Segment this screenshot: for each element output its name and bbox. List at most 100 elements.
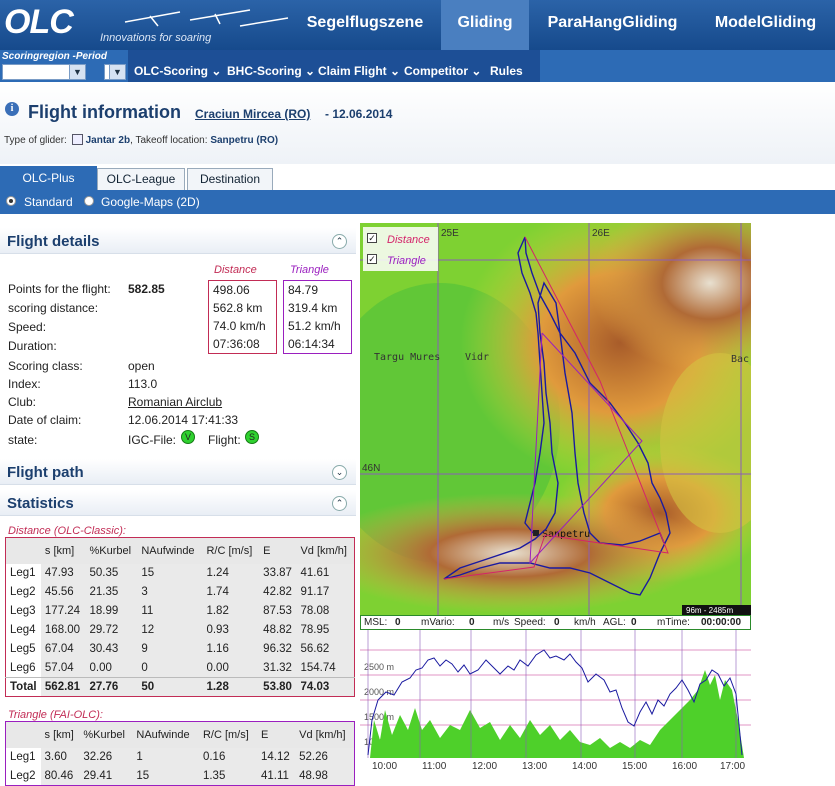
points-label: Points for the flight: (8, 282, 111, 296)
pilot-link[interactable]: Craciun Mircea (RO) (195, 107, 310, 121)
table-cell: 47.93 (40, 563, 86, 583)
flight-details-header[interactable]: Flight details ⌃ (0, 228, 356, 254)
speed-label: Speed: (8, 320, 47, 334)
tab-gliding[interactable]: Gliding (441, 0, 529, 50)
menu-claim-flight[interactable]: Claim Flight ⌄ (318, 64, 400, 78)
mvario-unit: m/s (493, 617, 510, 628)
tab-segelflugszene[interactable]: Segelflugszene (290, 0, 440, 50)
x-tick-1500: 15:00 (622, 761, 647, 772)
glider-type-line: Type of glider: Jantar 2b, Takeoff locat… (4, 134, 278, 146)
tab-modelgliding[interactable]: ModelGliding (696, 0, 835, 50)
menu-competitor[interactable]: Competitor ⌄ (404, 64, 481, 78)
table-cell: 1.24 (202, 563, 260, 583)
table-row: Leg5 67.04 30.43 9 1.16 96.32 56.62 (5, 639, 355, 659)
google-maps-label[interactable]: Google-Maps (2D) (101, 195, 200, 209)
mvario-label: mVario: (421, 617, 455, 628)
table-header-row: s [km] %Kurbel NAufwinde R/C [m/s] E Vd [km/h… (5, 537, 355, 564)
triangle-stats-caption: Triangle (FAI-OLC): (8, 709, 103, 721)
flight-details-title: Flight details (7, 233, 100, 250)
menu-bhc-scoring[interactable]: BHC-Scoring ⌄ (227, 64, 315, 78)
tab-destination[interactable]: Destination (187, 168, 273, 190)
index-label: Index: (8, 377, 41, 391)
legend-distance: Distance (387, 234, 430, 246)
triangle-checkbox[interactable]: ✓ (367, 254, 377, 264)
table-row: Leg1 47.93 50.35 15 1.24 33.87 41.61 (5, 563, 355, 583)
flight-map[interactable]: 25E 26E 46N Targu Mures Vidr Bac Sanpetr… (360, 223, 751, 615)
column-header: NAufwinde (137, 537, 203, 564)
distance-km: 562.8 km (213, 301, 263, 315)
table-cell: Leg2 (5, 766, 41, 786)
collapse-icon[interactable]: ⌃ (332, 234, 347, 249)
table-cell: 53.80 (259, 677, 297, 697)
distance-column-head: Distance (214, 264, 257, 276)
table-cell: 0.00 (202, 658, 260, 678)
menu-rules[interactable]: Rules (490, 64, 523, 78)
date-of-claim-label: Date of claim: (8, 413, 82, 427)
distance-duration: 07:36:08 (213, 337, 260, 351)
scoring-class-label: Scoring class: (8, 359, 83, 373)
table-cell: 12 (137, 620, 203, 640)
table-cell: Leg1 (5, 563, 41, 583)
table-cell: 67.04 (40, 639, 86, 659)
site-header: OLC Innovations for soaring Segelflugsze… (0, 0, 835, 50)
column-header: %Kurbel (79, 721, 133, 748)
club-link[interactable]: Romanian Airclub (128, 395, 222, 409)
expand-icon[interactable]: ⌄ (332, 465, 347, 480)
table-row: Leg2 80.46 29.41 15 1.35 41.11 48.98 (5, 766, 355, 786)
igc-file-label: IGC-File: (128, 433, 176, 447)
flight-title-area: i Flight information Craciun Mircea (RO)… (0, 82, 835, 164)
column-header: Vd [km/h] (296, 537, 355, 564)
column-header: NAufwinde (132, 721, 199, 748)
tab-olc-league[interactable]: OLC-League (97, 168, 185, 190)
map-legend: ✓ Distance ✓ Triangle (363, 227, 438, 271)
collapse-icon[interactable]: ⌃ (332, 496, 347, 511)
table-cell: 31.32 (259, 658, 297, 678)
tab-parahanggliding[interactable]: ParaHangGliding (530, 0, 695, 50)
triangle-stats-table: s [km] %Kurbel NAufwinde R/C [m/s] E Vd [km/h… (5, 721, 355, 786)
flight-state-label: Flight: (208, 433, 241, 447)
olc-logo[interactable]: OLC (4, 3, 74, 42)
x-tick-1300: 13:00 (522, 761, 547, 772)
table-row: Leg4 168.00 29.72 12 0.93 48.82 78.95 (5, 620, 355, 640)
table-cell: 91.17 (296, 582, 355, 602)
tab-olc-plus[interactable]: OLC-Plus (0, 166, 97, 190)
table-cell: 41.11 (256, 766, 296, 786)
elevation-scale-label: 96m - 2485m (686, 606, 733, 615)
column-header: R/C [m/s] (202, 537, 260, 564)
place-targu-mures: Targu Mures (374, 352, 440, 363)
glider-table-icon[interactable] (71, 134, 83, 145)
table-cell: 27.76 (85, 677, 138, 697)
google-maps-radio[interactable] (84, 196, 94, 206)
table-cell: 33.87 (259, 563, 297, 583)
takeoff-label: , Takeoff location: (130, 135, 208, 146)
chevron-down-icon[interactable]: ▼ (69, 65, 85, 79)
period-select[interactable]: ▼ (104, 64, 126, 80)
table-cell: 0.00 (85, 658, 138, 678)
table-cell: 48.82 (259, 620, 297, 640)
table-cell: 1.16 (202, 639, 260, 659)
sub-navigation: Scoringregion -Period ▼ ▼ OLC-Scoring ⌄ … (0, 50, 835, 82)
triangle-values-box: 84.79 319.4 km 51.2 km/h 06:14:34 (283, 280, 352, 354)
table-cell: 78.95 (296, 620, 355, 640)
msl-label: MSL: (364, 617, 388, 628)
distance-checkbox[interactable]: ✓ (367, 233, 377, 243)
barogram-chart[interactable]: 2500 m 2000 m 1500 m 1000 m 10:00 11:00 … (360, 630, 751, 777)
chevron-down-icon[interactable]: ▼ (109, 65, 125, 79)
standard-label[interactable]: Standard (24, 195, 73, 209)
column-header: E (256, 721, 296, 748)
triangle-speed: 51.2 km/h (288, 319, 341, 333)
barogram[interactable]: MSL: 0 mVario: 0 m/s Speed: 0 km/h AGL: … (360, 615, 751, 777)
menu-olc-scoring[interactable]: OLC-Scoring ⌄ (134, 64, 221, 78)
y-tick-1500: 1500 m (364, 712, 394, 722)
table-cell: 0.93 (202, 620, 260, 640)
y-tick-2500: 2500 m (364, 662, 394, 672)
statistics-header[interactable]: Statistics ⌃ (0, 490, 356, 516)
standard-radio[interactable] (6, 196, 16, 206)
table-cell: 80.46 (40, 766, 80, 786)
flight-path-header[interactable]: Flight path ⌄ (0, 459, 356, 485)
region-select[interactable]: ▼ (2, 64, 86, 80)
terrain-map[interactable]: 25E 26E 46N Targu Mures Vidr Bac Sanpetr… (360, 223, 751, 615)
table-cell: 562.81 (40, 677, 86, 697)
table-cell: 56.62 (296, 639, 355, 659)
speed-value: 0 (554, 617, 560, 628)
